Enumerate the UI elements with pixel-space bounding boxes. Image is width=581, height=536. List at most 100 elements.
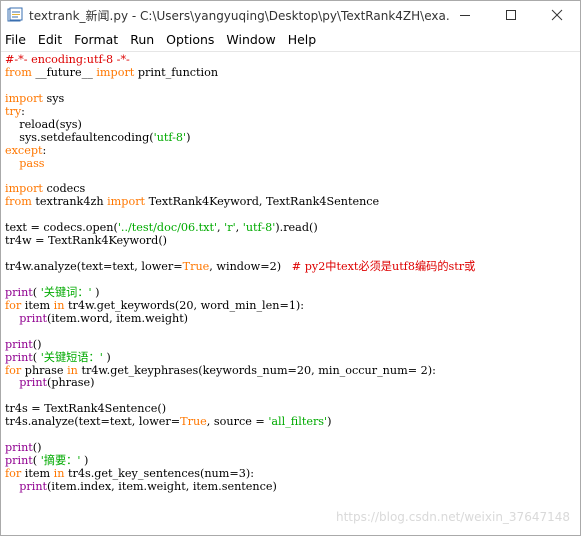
code-token: , source =	[206, 415, 269, 429]
code-token: '../test/doc/06.txt'	[117, 221, 218, 235]
code-token: ()	[32, 337, 42, 351]
code-line[interactable]: import sys	[5, 91, 475, 106]
code-token: in	[53, 298, 65, 312]
menu-run[interactable]: Run	[124, 29, 160, 50]
code-line[interactable]: print(item.word, item.weight)	[5, 311, 475, 326]
code-line[interactable]	[5, 326, 475, 339]
code-token: print	[19, 311, 48, 325]
code-token: (	[32, 350, 41, 364]
menu-help[interactable]: Help	[282, 29, 323, 50]
menu-format[interactable]: Format	[68, 29, 124, 50]
code-token: item	[21, 467, 54, 480]
code-token: import	[5, 91, 43, 105]
code-line[interactable]: from __future__ import print_function	[5, 65, 475, 80]
code-token: textrank4zh	[31, 195, 108, 209]
code-token: tr4w = TextRank4Keyword()	[5, 234, 168, 248]
code-token: :	[21, 104, 25, 118]
code-token: phrase	[21, 363, 68, 377]
code-line[interactable]: print(phrase)	[5, 376, 475, 390]
code-token: print_function	[134, 65, 219, 79]
code-token: (	[32, 454, 41, 468]
code-token: print	[19, 376, 48, 390]
code-token: )	[327, 415, 332, 429]
code-token: print	[5, 285, 33, 299]
code-token: (phrase)	[47, 376, 95, 390]
code-token: 'utf-8'	[153, 130, 187, 144]
code-line[interactable]	[5, 80, 475, 93]
minimize-button[interactable]	[442, 1, 488, 29]
code-token: except	[5, 143, 43, 157]
code-token: text = codecs.open(	[5, 221, 118, 235]
menu-edit[interactable]: Edit	[32, 29, 68, 50]
code-line[interactable]: tr4w = TextRank4Keyword()	[5, 234, 475, 248]
code-token: print	[19, 479, 48, 493]
code-token: ()	[32, 441, 42, 455]
python-idle-icon	[7, 7, 23, 23]
code-token: (item.word, item.weight)	[47, 311, 189, 325]
menu-file[interactable]: File	[1, 29, 32, 50]
code-token: ,	[235, 221, 243, 235]
code-token: print	[5, 454, 33, 468]
code-token: from	[5, 65, 32, 79]
code-token: __future__	[31, 65, 97, 79]
source-code[interactable]: #-*- encoding:utf-8 -*- from __future__ i…	[5, 53, 476, 494]
code-token: 'r'	[224, 221, 236, 235]
code-token: sys.setdefaultencoding(	[5, 130, 154, 144]
code-token: # py2中text必须是utf8编码的str或	[291, 260, 476, 273]
code-token: item	[21, 298, 54, 312]
code-token: )	[186, 130, 191, 144]
code-token: tr4w.get_keyphrases(keywords_num=20, min…	[77, 363, 436, 377]
code-token: in	[67, 363, 78, 377]
code-token: try	[5, 104, 22, 118]
idle-editor-window: textrank_新闻.py - C:\Users\yangyuqing\Des…	[0, 0, 581, 536]
menu-bar: File Edit Format Run Options Window Help	[1, 29, 580, 50]
code-token: pass	[19, 156, 45, 170]
window-title: textrank_新闻.py - C:\Users\yangyuqing\Des…	[29, 8, 449, 23]
close-button[interactable]	[534, 1, 580, 29]
code-token: '关键词：'	[40, 285, 92, 299]
code-token: '关键短语：'	[40, 350, 103, 364]
code-token: 'utf-8'	[242, 221, 276, 235]
code-token: import	[107, 195, 146, 209]
code-line[interactable]: tr4w.analyze(text=text, lower=True, wind…	[5, 260, 476, 274]
code-line[interactable]: from textrank4zh import TextRank4Keyword…	[5, 195, 475, 209]
maximize-button[interactable]	[488, 1, 534, 29]
code-token: in	[53, 467, 65, 480]
code-token: import	[5, 182, 43, 196]
menu-options[interactable]: Options	[160, 29, 220, 50]
code-token: TextRank4Keyword, TextRank4Sentence	[145, 195, 380, 209]
code-token: for	[5, 467, 22, 480]
code-line[interactable]	[5, 429, 475, 442]
code-line[interactable]: except:	[5, 143, 475, 158]
code-token: print	[5, 441, 33, 455]
code-line[interactable]: print(item.index, item.weight, item.sent…	[5, 479, 475, 494]
code-line[interactable]: pass	[5, 156, 475, 171]
code-token: ).read()	[275, 221, 318, 235]
code-token: , window=2)	[209, 260, 292, 273]
code-token: #-*- encoding:utf-8 -*-	[5, 53, 130, 66]
close-icon	[551, 9, 563, 21]
title-bar[interactable]: textrank_新闻.py - C:\Users\yangyuqing\Des…	[1, 1, 580, 29]
code-line[interactable]: tr4s.analyze(text=text, lower=True, sour…	[5, 415, 475, 429]
code-token: reload(sys)	[5, 117, 82, 131]
code-token: tr4s = TextRank4Sentence()	[5, 402, 167, 416]
code-token: '摘要：'	[40, 454, 81, 468]
code-token: )	[91, 285, 100, 299]
maximize-icon	[506, 10, 516, 20]
watermark: https://blog.csdn.net/weixin_37647148	[335, 510, 570, 524]
code-token: import	[96, 65, 135, 79]
code-token: tr4w.analyze(text=text, lower=	[5, 260, 183, 273]
code-token: )	[102, 350, 111, 364]
code-token: tr4s.analyze(text=text, lower=	[5, 415, 181, 429]
code-token: codecs	[42, 182, 86, 196]
code-line[interactable]: sys.setdefaultencoding('utf-8')	[5, 130, 475, 145]
code-token: )	[80, 454, 89, 468]
menu-window[interactable]: Window	[220, 29, 281, 50]
minimize-icon	[460, 15, 470, 16]
code-editor[interactable]: #-*- encoding:utf-8 -*- from __future__ i…	[1, 51, 580, 535]
code-token: tr4s.get_key_sentences(num=3):	[64, 467, 254, 480]
